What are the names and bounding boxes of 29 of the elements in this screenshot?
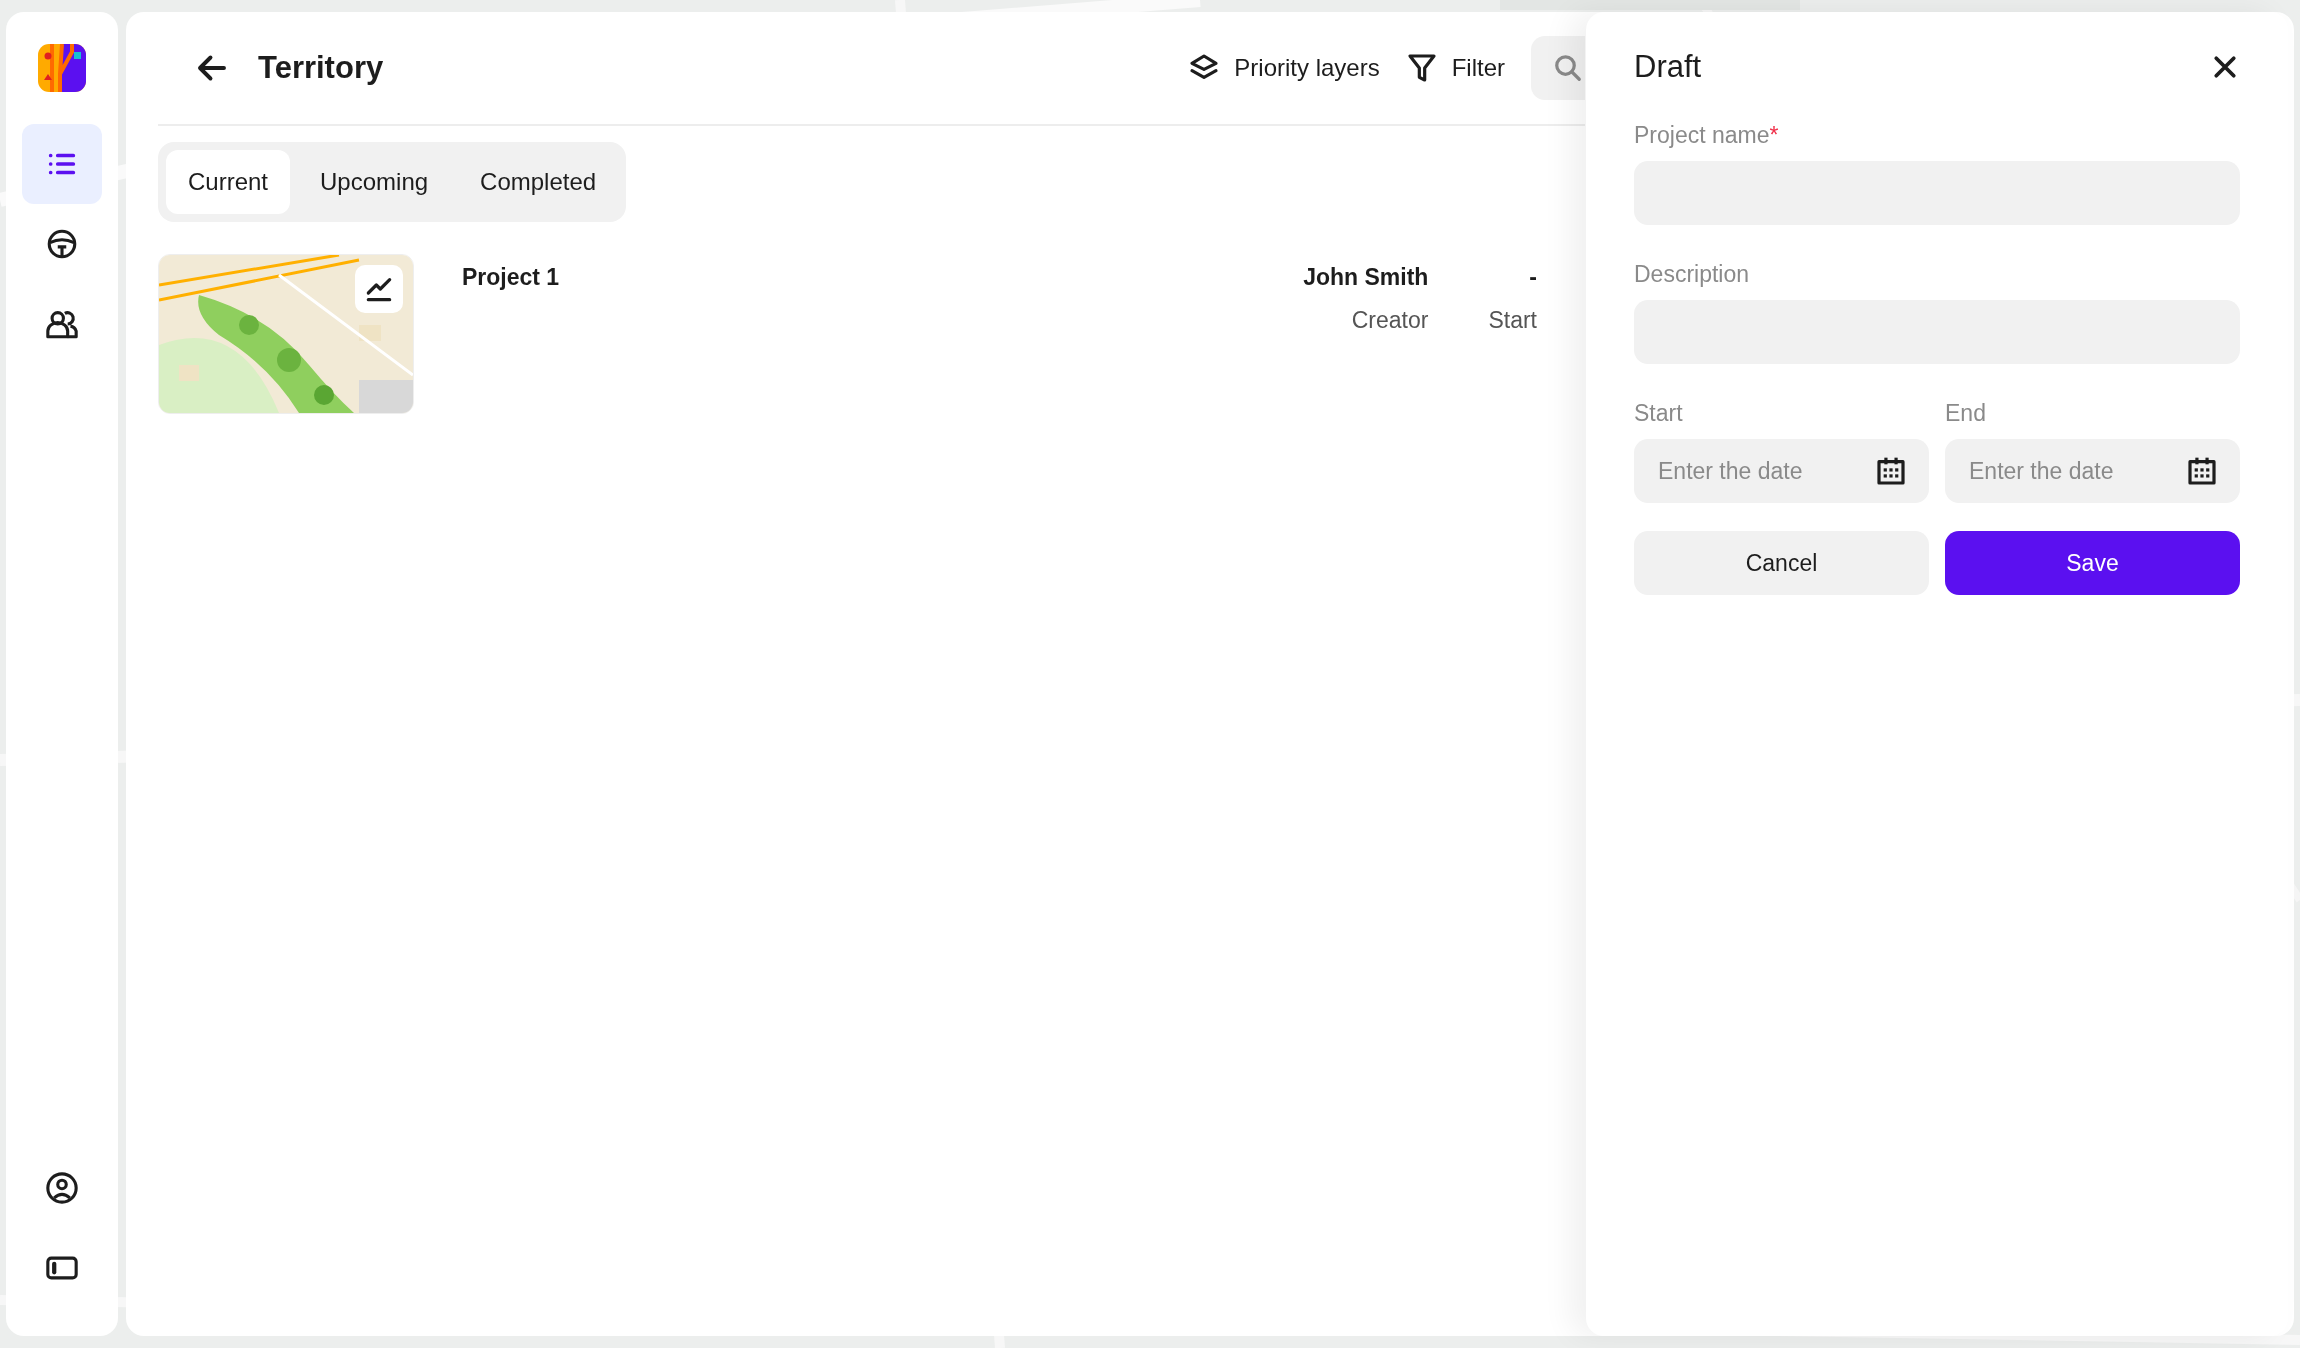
filter-button[interactable]: Filter — [1405, 52, 1505, 84]
calendar-icon — [2186, 455, 2218, 487]
project-name: Project 1 — [462, 264, 560, 291]
date-field[interactable]: Enter the date — [1634, 439, 1929, 503]
list-button[interactable] — [22, 124, 102, 204]
page-title: Territory — [258, 50, 384, 86]
search-icon — [1553, 53, 1583, 83]
tab[interactable]: Upcoming — [298, 150, 451, 214]
calendar-icon — [1875, 455, 1907, 487]
field-label: Project name* — [1634, 122, 1780, 149]
panel-title: Draft — [1634, 49, 1702, 85]
creator-label: Creator — [1351, 307, 1429, 334]
field-label: Start — [1634, 400, 1684, 427]
analytics-button[interactable] — [355, 265, 403, 313]
priority-layers-button[interactable]: Priority layers — [1188, 52, 1380, 84]
field-label: End — [1945, 400, 1987, 427]
cancel-button[interactable]: Cancel — [1634, 531, 1929, 595]
save-button[interactable]: Save — [1945, 531, 2240, 595]
logo-icon — [38, 44, 86, 92]
user-icon — [45, 1171, 79, 1205]
tab[interactable]: Completed — [458, 150, 619, 214]
search-field[interactable] — [1531, 36, 1585, 100]
field-label: Description — [1634, 261, 1751, 288]
start-value: - — [1529, 264, 1537, 291]
steering-wheel-icon — [45, 227, 79, 261]
date-field[interactable]: Enter the date — [1945, 439, 2240, 503]
creator-name: John Smith — [1303, 264, 1429, 291]
start-label: Start — [1488, 307, 1537, 334]
tab[interactable]: Current — [166, 150, 291, 214]
